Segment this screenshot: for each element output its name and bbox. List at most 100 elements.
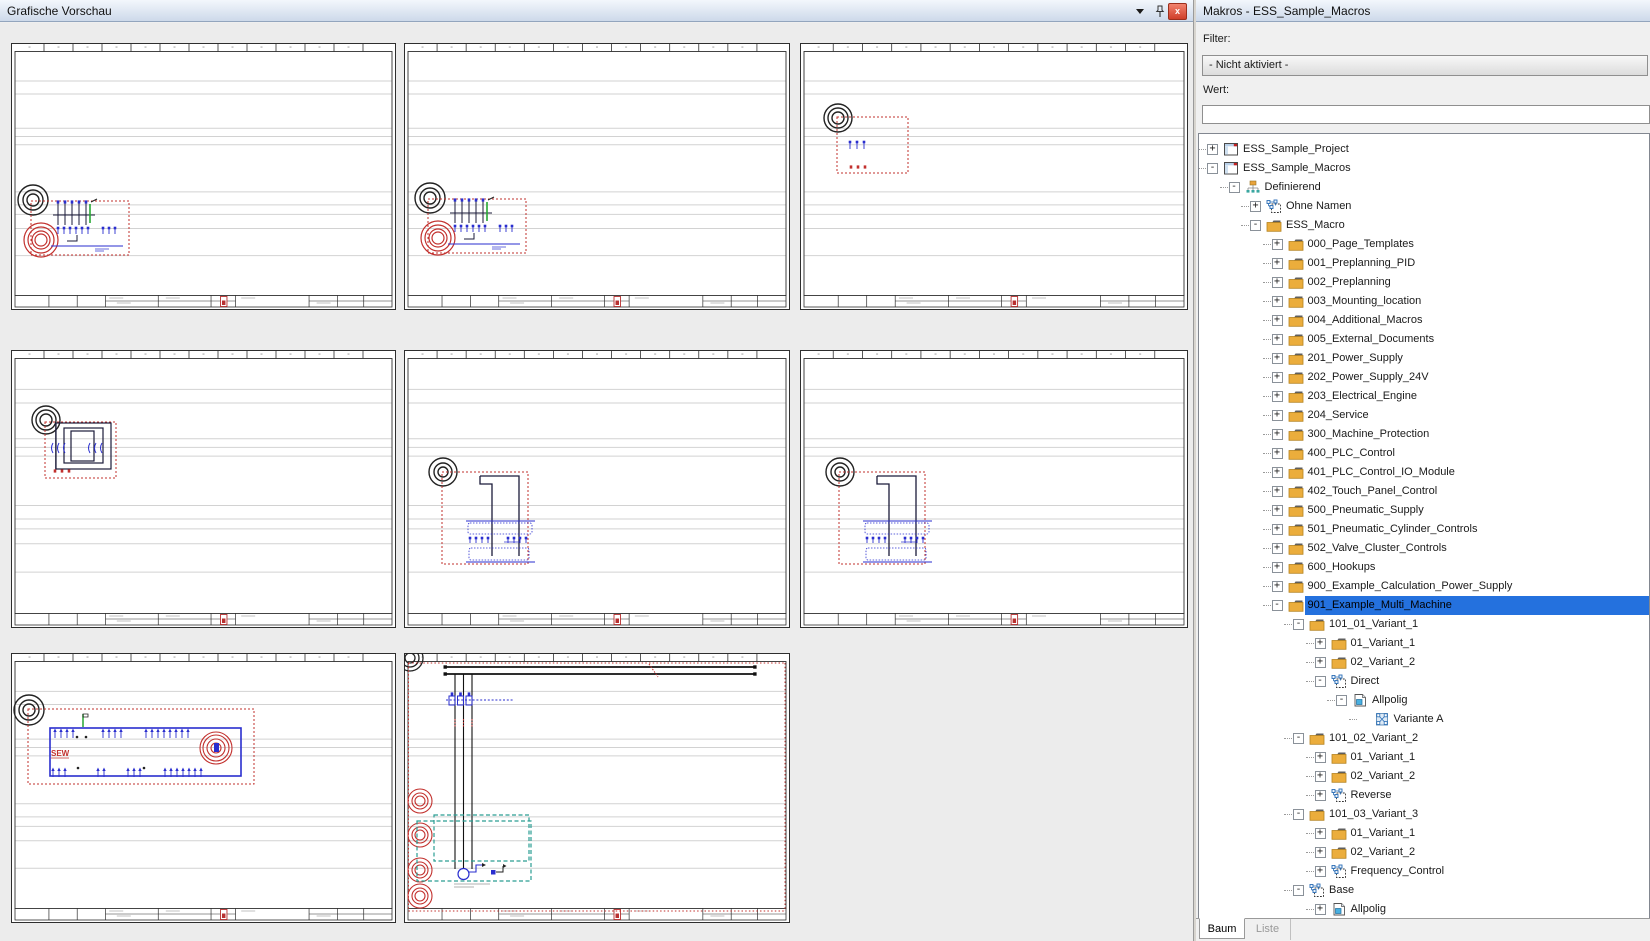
- expand-icon[interactable]: +: [1315, 657, 1326, 668]
- expand-icon[interactable]: +: [1272, 410, 1283, 421]
- preview-page-7[interactable]: SEW: [11, 653, 396, 923]
- expand-icon[interactable]: +: [1272, 543, 1283, 554]
- expand-icon[interactable]: +: [1272, 391, 1283, 402]
- expand-icon[interactable]: +: [1250, 201, 1261, 212]
- tree-item-reverse[interactable]: +Reverse: [1199, 786, 1649, 805]
- folder-icon: [1288, 370, 1304, 385]
- collapse-icon[interactable]: -: [1250, 220, 1261, 231]
- expand-icon[interactable]: +: [1315, 771, 1326, 782]
- preview-page-8[interactable]: [404, 653, 790, 923]
- expand-icon[interactable]: +: [1315, 638, 1326, 649]
- tree-item-300-machine-protection[interactable]: +300_Machine_Protection: [1199, 425, 1649, 444]
- collapse-icon[interactable]: -: [1293, 619, 1304, 630]
- preview-page-4[interactable]: [11, 350, 396, 628]
- tree-item-ess-sample-macros[interactable]: -ESS_Sample_Macros: [1199, 159, 1649, 178]
- expand-icon[interactable]: +: [1272, 486, 1283, 497]
- tab-liste[interactable]: Liste: [1245, 919, 1291, 940]
- tree-item-502-valve-cluster-controls[interactable]: +502_Valve_Cluster_Controls: [1199, 539, 1649, 558]
- expand-icon[interactable]: +: [1272, 334, 1283, 345]
- tree-item-005-external-documents[interactable]: +005_External_Documents: [1199, 330, 1649, 349]
- tree-item-204-service[interactable]: +204_Service: [1199, 406, 1649, 425]
- preview-page-2[interactable]: [404, 43, 790, 310]
- tree-item-02-variant-2[interactable]: +02_Variant_2: [1199, 653, 1649, 672]
- preview-page-1[interactable]: [11, 43, 396, 310]
- tree-item-202-power-supply-24v[interactable]: +202_Power_Supply_24V: [1199, 368, 1649, 387]
- expand-icon[interactable]: +: [1272, 524, 1283, 535]
- tree-item-frequency-control[interactable]: +Frequency_Control: [1199, 862, 1649, 881]
- tree-item-direct[interactable]: -Direct: [1199, 672, 1649, 691]
- tree-item-allpolig[interactable]: -Allpolig: [1199, 691, 1649, 710]
- tree-item-ess-sample-project[interactable]: +ESS_Sample_Project: [1199, 140, 1649, 159]
- close-icon[interactable]: x: [1168, 3, 1187, 20]
- collapse-icon[interactable]: -: [1315, 676, 1326, 687]
- expand-icon[interactable]: +: [1272, 372, 1283, 383]
- tree-item-variante-a[interactable]: Variante A: [1199, 710, 1649, 729]
- tree-item-004-additional-macros[interactable]: +004_Additional_Macros: [1199, 311, 1649, 330]
- tree-item-001-preplanning-pid[interactable]: +001_Preplanning_PID: [1199, 254, 1649, 273]
- tree-item-101-02-variant-2[interactable]: -101_02_Variant_2: [1199, 729, 1649, 748]
- tree-item-400-plc-control[interactable]: +400_PLC_Control: [1199, 444, 1649, 463]
- expand-icon[interactable]: +: [1272, 239, 1283, 250]
- expand-icon[interactable]: +: [1272, 467, 1283, 478]
- value-input[interactable]: [1202, 105, 1650, 124]
- expand-icon[interactable]: +: [1272, 258, 1283, 269]
- tree-item-02-variant-2[interactable]: +02_Variant_2: [1199, 843, 1649, 862]
- tree-item-02-variant-2[interactable]: +02_Variant_2: [1199, 767, 1649, 786]
- expand-icon[interactable]: +: [1315, 847, 1326, 858]
- tree-item-002-preplanning[interactable]: +002_Preplanning: [1199, 273, 1649, 292]
- expand-icon[interactable]: +: [1272, 505, 1283, 516]
- expand-icon[interactable]: +: [1272, 429, 1283, 440]
- tree-item-101-01-variant-1[interactable]: -101_01_Variant_1: [1199, 615, 1649, 634]
- expand-icon[interactable]: +: [1315, 790, 1326, 801]
- expand-icon[interactable]: +: [1315, 752, 1326, 763]
- chevron-down-icon[interactable]: [1133, 0, 1147, 22]
- pin-icon[interactable]: [1153, 0, 1167, 22]
- macro-icon: [1309, 883, 1325, 898]
- collapse-icon[interactable]: -: [1272, 600, 1283, 611]
- tree-item-01-variant-1[interactable]: +01_Variant_1: [1199, 748, 1649, 767]
- tree-item-401-plc-control-io-module[interactable]: +401_PLC_Control_IO_Module: [1199, 463, 1649, 482]
- tree-item-label: 901_Example_Multi_Machine: [1305, 599, 1455, 611]
- expand-icon[interactable]: +: [1315, 866, 1326, 877]
- tree-item-base[interactable]: -Base: [1199, 881, 1649, 900]
- tree-item-003-mounting-location[interactable]: +003_Mounting_location: [1199, 292, 1649, 311]
- collapse-icon[interactable]: -: [1293, 885, 1304, 896]
- tree-item-402-touch-panel-control[interactable]: +402_Touch_Panel_Control: [1199, 482, 1649, 501]
- tree-item-ohne-namen[interactable]: +Ohne Namen: [1199, 197, 1649, 216]
- tree-item-500-pneumatic-supply[interactable]: +500_Pneumatic_Supply: [1199, 501, 1649, 520]
- tree-item-01-variant-1[interactable]: +01_Variant_1: [1199, 634, 1649, 653]
- tree-item-501-pneumatic-cylinder-controls[interactable]: +501_Pneumatic_Cylinder_Controls: [1199, 520, 1649, 539]
- collapse-icon[interactable]: -: [1336, 695, 1347, 706]
- expand-icon[interactable]: +: [1315, 828, 1326, 839]
- expand-icon[interactable]: +: [1272, 562, 1283, 573]
- tree-item-01-variant-1[interactable]: +01_Variant_1: [1199, 824, 1649, 843]
- tree-item-definierend[interactable]: -Definierend: [1199, 178, 1649, 197]
- preview-page-6[interactable]: [800, 350, 1188, 628]
- collapse-icon[interactable]: -: [1293, 733, 1304, 744]
- tab-baum[interactable]: Baum: [1199, 918, 1245, 939]
- tree-item-ess-macro[interactable]: -ESS_Macro: [1199, 216, 1649, 235]
- macro-tree[interactable]: +ESS_Sample_Project-ESS_Sample_Macros-De…: [1198, 133, 1650, 919]
- preview-page-5[interactable]: [404, 350, 790, 628]
- tree-item-901-example-multi-machine[interactable]: - 901_Example_Multi_Machine: [1199, 596, 1649, 615]
- expand-icon[interactable]: +: [1272, 296, 1283, 307]
- collapse-icon[interactable]: -: [1207, 163, 1218, 174]
- tree-item-600-hookups[interactable]: +600_Hookups: [1199, 558, 1649, 577]
- expand-icon[interactable]: +: [1272, 448, 1283, 459]
- expand-icon[interactable]: +: [1272, 277, 1283, 288]
- tree-item-900-example-calculation-power-supply[interactable]: +900_Example_Calculation_Power_Supply: [1199, 577, 1649, 596]
- expand-icon[interactable]: +: [1272, 353, 1283, 364]
- collapse-icon[interactable]: -: [1229, 182, 1240, 193]
- expand-icon[interactable]: +: [1207, 144, 1218, 155]
- preview-page-3[interactable]: [800, 43, 1188, 310]
- filter-value-field[interactable]: - Nicht aktiviert -: [1202, 55, 1648, 76]
- expand-icon[interactable]: +: [1315, 904, 1326, 915]
- expand-icon[interactable]: +: [1272, 315, 1283, 326]
- tree-item-000-page-templates[interactable]: +000_Page_Templates: [1199, 235, 1649, 254]
- expand-icon[interactable]: +: [1272, 581, 1283, 592]
- collapse-icon[interactable]: -: [1293, 809, 1304, 820]
- tree-item-201-power-supply[interactable]: +201_Power_Supply: [1199, 349, 1649, 368]
- tree-item-203-electrical-engine[interactable]: +203_Electrical_Engine: [1199, 387, 1649, 406]
- tree-item-allpolig[interactable]: +Allpolig: [1199, 900, 1649, 919]
- tree-item-101-03-variant-3[interactable]: -101_03_Variant_3: [1199, 805, 1649, 824]
